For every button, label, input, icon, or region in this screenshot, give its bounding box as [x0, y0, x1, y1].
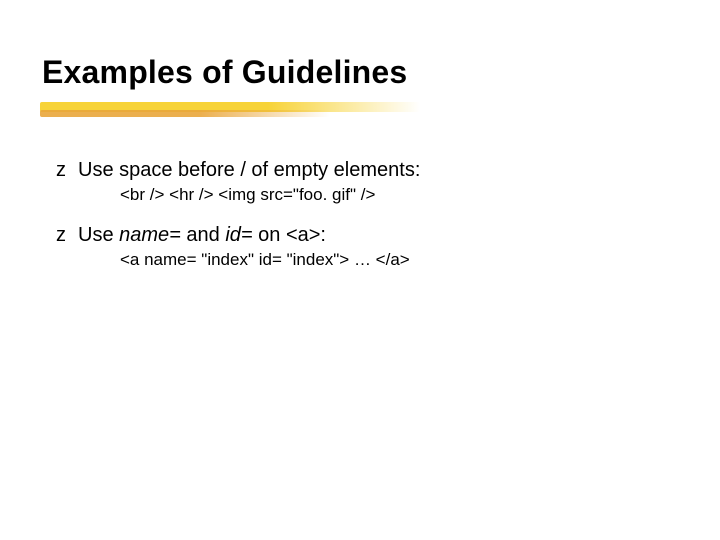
slide: Examples of Guidelines zUse space before…	[0, 0, 720, 540]
bullet-marker-icon: z	[56, 158, 78, 183]
bullet-line: zUse space before / of empty elements:	[56, 158, 676, 183]
bullet-item: zUse name= and id= on <a>: <a name= "ind…	[56, 223, 676, 270]
slide-title: Examples of Guidelines	[42, 54, 407, 91]
bullet-marker-icon: z	[56, 223, 78, 248]
bullet-text-part: and	[181, 224, 225, 246]
bullet-item: zUse space before / of empty elements: <…	[56, 158, 676, 205]
bullet-text: Use space before / of empty elements:	[78, 159, 420, 181]
title-underline-decoration	[40, 102, 420, 120]
bullet-subtext: <a name= "index" id= "index"> … </a>	[120, 250, 676, 270]
bullet-text-italic: id=	[225, 224, 252, 246]
underline-yellow-stroke	[40, 102, 420, 112]
bullet-text-part: Use	[78, 224, 119, 246]
bullet-line: zUse name= and id= on <a>:	[56, 223, 676, 248]
slide-body: zUse space before / of empty elements: <…	[56, 158, 676, 288]
underline-orange-stroke	[40, 110, 330, 117]
bullet-subtext: <br /> <hr /> <img src="foo. gif" />	[120, 185, 676, 205]
bullet-text-italic: name=	[119, 224, 181, 246]
bullet-text-part: on <a>:	[253, 224, 326, 246]
